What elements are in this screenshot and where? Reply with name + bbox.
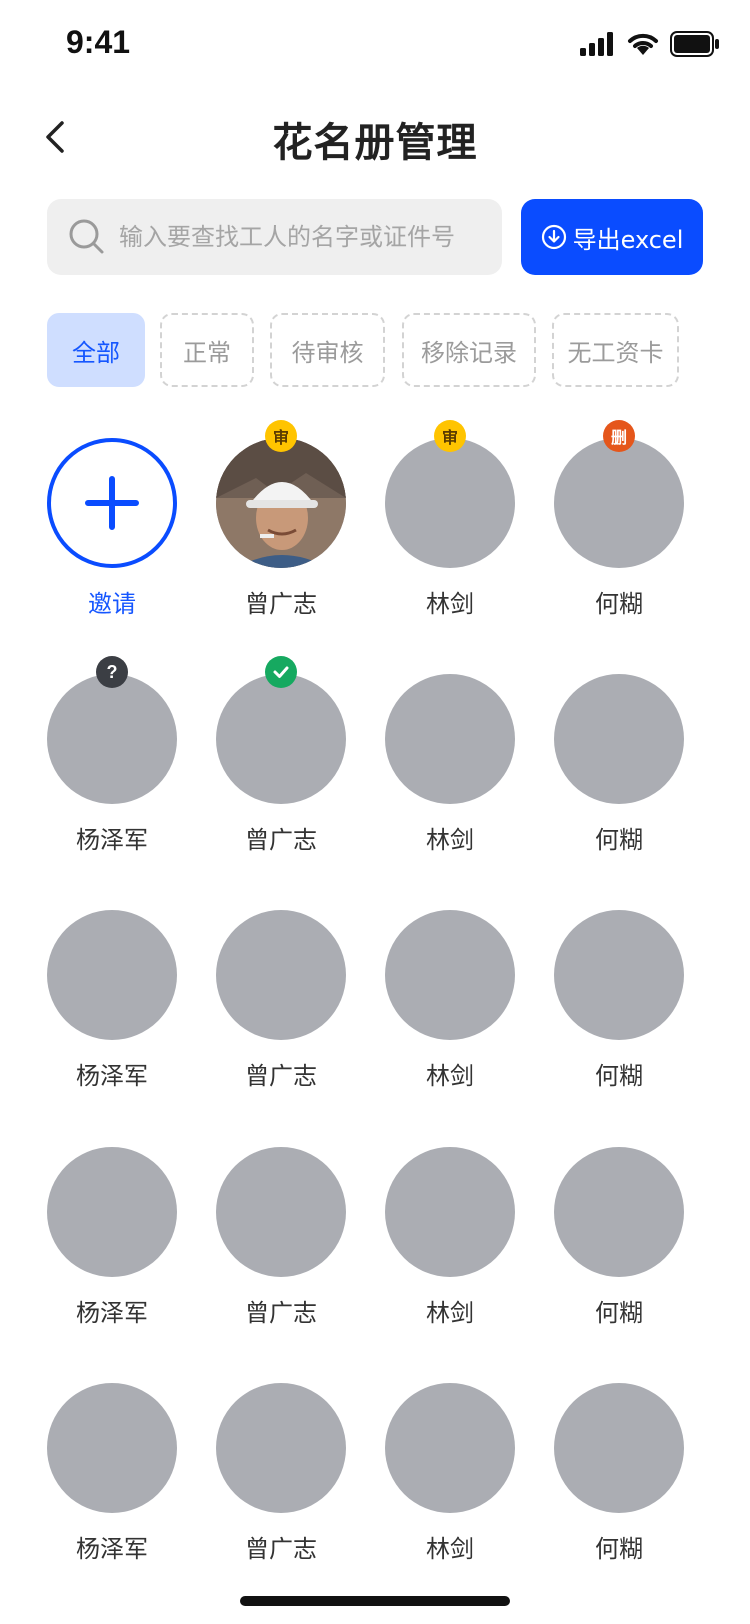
worker-card[interactable]: 杨泽军	[42, 1139, 182, 1339]
worker-card[interactable]: 删 何糊	[549, 420, 689, 630]
worker-avatar-photo	[216, 438, 346, 568]
worker-name: 曾广志	[245, 826, 317, 854]
filter-normal[interactable]: 正常	[160, 313, 254, 387]
worker-card[interactable]: 林剑	[380, 1375, 520, 1575]
filter-label: 待审核	[291, 338, 364, 367]
worker-name: 何糊	[595, 1535, 643, 1563]
worker-card[interactable]: 曾广志	[211, 1139, 351, 1339]
worker-name: 杨泽军	[76, 1535, 148, 1563]
review-badge: 审	[265, 420, 297, 452]
worker-avatar	[47, 910, 177, 1040]
worker-name: 杨泽军	[76, 826, 148, 854]
delete-badge: 删	[603, 420, 635, 452]
worker-card[interactable]: 曾广志	[211, 1375, 351, 1575]
question-badge: ?	[96, 656, 128, 688]
worker-avatar	[47, 1383, 177, 1513]
filter-label: 无工资卡	[567, 338, 664, 367]
battery-icon	[670, 31, 719, 57]
worker-avatar	[216, 1383, 346, 1513]
worker-avatar	[385, 1383, 515, 1513]
worker-name: 何糊	[595, 1299, 643, 1327]
worker-name: 曾广志	[245, 1062, 317, 1090]
filter-no-salary-card[interactable]: 无工资卡	[552, 313, 679, 387]
worker-avatar	[554, 1147, 684, 1277]
worker-card[interactable]: 何糊	[549, 902, 689, 1102]
status-icons	[580, 30, 720, 58]
worker-card[interactable]: 林剑	[380, 902, 520, 1102]
filter-all[interactable]: 全部	[47, 313, 145, 387]
worker-avatar	[385, 438, 515, 568]
worker-name: 杨泽军	[76, 1062, 148, 1090]
worker-avatar	[216, 1147, 346, 1277]
worker-name: 林剑	[426, 1299, 474, 1327]
worker-card[interactable]: ? 杨泽军	[42, 656, 182, 866]
filter-label: 全部	[72, 338, 120, 367]
worker-card[interactable]: 曾广志	[211, 656, 351, 866]
cellular-signal-icon	[580, 32, 613, 56]
worker-card[interactable]: 林剑	[380, 666, 520, 866]
search-input[interactable]	[117, 222, 491, 252]
worker-name: 林剑	[426, 1535, 474, 1563]
worker-name: 曾广志	[245, 590, 317, 618]
worker-name: 何糊	[595, 1062, 643, 1090]
plus-icon	[85, 476, 139, 530]
worker-card[interactable]: 何糊	[549, 666, 689, 866]
nav-header: 花名册管理	[0, 88, 750, 188]
worker-avatar	[47, 1147, 177, 1277]
worker-name: 林剑	[426, 590, 474, 618]
worker-avatar	[554, 674, 684, 804]
worker-name: 林剑	[426, 826, 474, 854]
filter-chips: 全部 正常 待审核 移除记录 无工资卡	[47, 313, 703, 391]
filter-pending-review[interactable]: 待审核	[270, 313, 385, 387]
filter-label: 正常	[183, 338, 231, 367]
search-box[interactable]	[47, 199, 502, 275]
worker-name: 曾广志	[245, 1299, 317, 1327]
worker-name: 林剑	[426, 1062, 474, 1090]
worker-avatar	[47, 674, 177, 804]
filter-removed-records[interactable]: 移除记录	[402, 313, 536, 387]
worker-avatar	[385, 674, 515, 804]
worker-card[interactable]: 何糊	[549, 1375, 689, 1575]
search-icon	[67, 217, 107, 257]
worker-avatar	[216, 910, 346, 1040]
download-circle-icon	[541, 224, 566, 250]
worker-avatar	[554, 910, 684, 1040]
page-title: 花名册管理	[272, 120, 478, 166]
worker-card[interactable]: 杨泽军	[42, 902, 182, 1102]
worker-name: 何糊	[595, 590, 643, 618]
worker-name: 何糊	[595, 826, 643, 854]
worker-avatar	[216, 674, 346, 804]
review-badge: 审	[434, 420, 466, 452]
home-indicator	[240, 1596, 510, 1606]
worker-card[interactable]: 林剑	[380, 1139, 520, 1339]
worker-avatar	[554, 1383, 684, 1513]
worker-avatar	[385, 910, 515, 1040]
worker-avatar	[554, 438, 684, 568]
worker-name: 杨泽军	[76, 1299, 148, 1327]
invite-item[interactable]: 邀请	[42, 430, 182, 630]
filter-label: 移除记录	[421, 338, 517, 367]
worker-card[interactable]: 审 林剑	[380, 420, 520, 630]
invite-label: 邀请	[88, 590, 136, 618]
worker-card[interactable]: 杨泽军	[42, 1375, 182, 1575]
invite-avatar[interactable]	[47, 438, 177, 568]
worker-card[interactable]: 审 曾广志	[211, 420, 351, 630]
roster-page: 9:41 花名册管理 输入要查找工人的名字或证件号 导出excel 全部 正常 …	[0, 0, 750, 1624]
wifi-icon	[628, 33, 658, 55]
worker-name: 曾广志	[245, 1535, 317, 1563]
export-excel-button[interactable]: 导出excel	[521, 199, 703, 275]
check-badge	[265, 656, 297, 688]
worker-card[interactable]: 曾广志	[211, 902, 351, 1102]
status-time: 9:41	[66, 24, 131, 60]
worker-avatar	[385, 1147, 515, 1277]
worker-card[interactable]: 何糊	[549, 1139, 689, 1339]
export-label: 导出excel	[572, 225, 684, 254]
checkmark-icon	[273, 666, 289, 678]
status-bar: 9:41	[0, 0, 750, 88]
